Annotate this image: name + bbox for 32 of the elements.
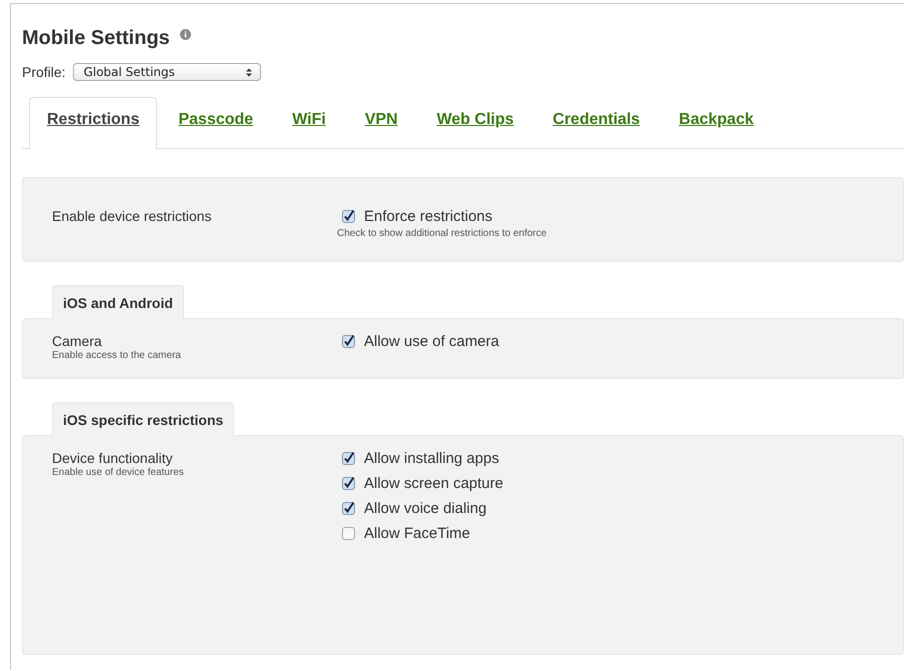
checked-checkbox[interactable]: [342, 452, 355, 464]
option-note: Check to show additional restrictions to enforce: [337, 228, 547, 239]
tab[interactable]: Passcode: [160, 97, 272, 148]
checked-checkbox[interactable]: [342, 210, 355, 222]
setting-label: Enable device restrictions: [52, 208, 213, 225]
checked-checkbox[interactable]: [342, 476, 355, 490]
option-label: Allow installing apps: [364, 450, 500, 466]
option-label: Enforce restrictions: [364, 208, 492, 224]
tab[interactable]: Backpack: [660, 97, 772, 148]
option-label: Allow use of camera: [364, 332, 500, 350]
setting-label: Device functionality: [52, 450, 174, 467]
profile-label: Profile:: [22, 64, 66, 80]
section-heading: iOS and Android: [52, 285, 184, 319]
profile-dropdown[interactable]: Global Settings: [72, 63, 261, 81]
tab[interactable]: Credentials: [534, 97, 658, 148]
setting-label: Camera: [52, 333, 103, 350]
checked-checkbox[interactable]: [342, 502, 355, 514]
option-label: Allow voice dialing: [364, 500, 487, 516]
checkbox[interactable]: [342, 526, 355, 540]
option-label: Allow screen capture: [364, 474, 504, 492]
caret-icon: [246, 68, 252, 76]
option-label: Allow FaceTime: [364, 524, 470, 542]
info-icon[interactable]: [180, 29, 191, 40]
checked-checkbox[interactable]: [342, 334, 355, 348]
tab[interactable]: Restrictions: [29, 97, 158, 150]
setting-hint: Enable access to the camera: [52, 350, 182, 362]
tab[interactable]: WiFi: [274, 97, 344, 148]
page-title: Mobile Settings: [22, 26, 170, 51]
section-heading: iOS specific restrictions: [52, 402, 234, 436]
tab[interactable]: Web Clips: [418, 97, 532, 148]
tab[interactable]: VPN: [346, 97, 416, 148]
setting-hint: Enable use of device features: [52, 467, 185, 479]
